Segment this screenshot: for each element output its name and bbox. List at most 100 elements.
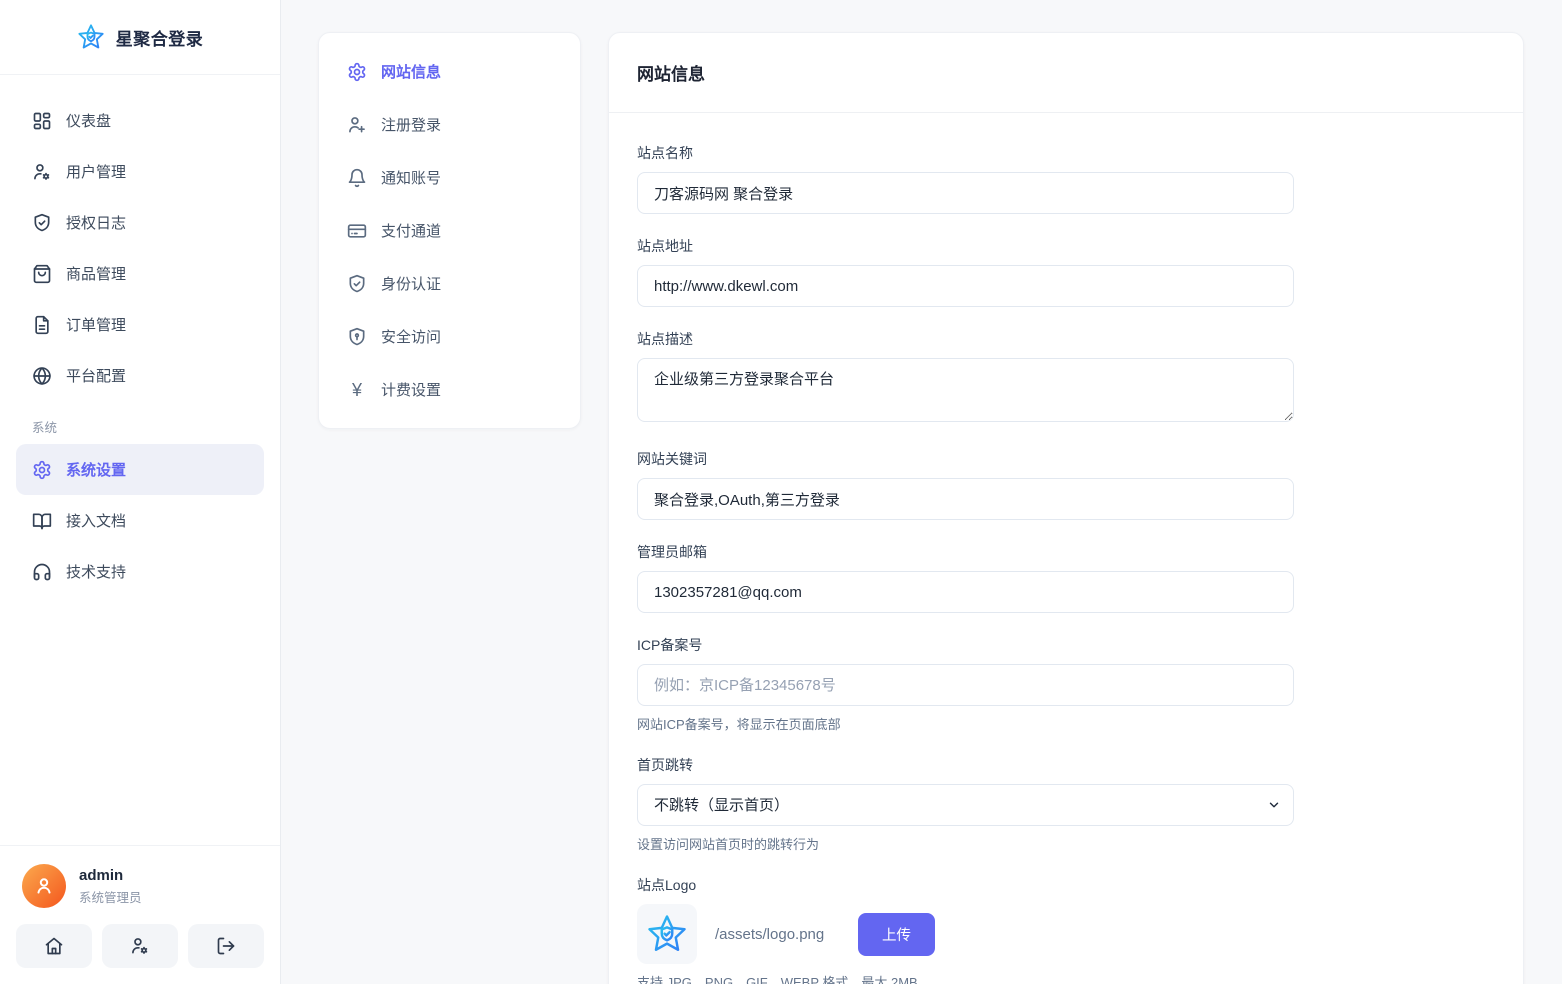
icp-label: ICP备案号 — [637, 637, 703, 653]
tab-label: 注册登录 — [381, 117, 442, 134]
icp-input[interactable] — [637, 664, 1294, 706]
shield-check-icon — [32, 213, 52, 233]
user-cog-icon — [130, 936, 150, 956]
site-name-input[interactable] — [637, 172, 1294, 214]
home-button[interactable] — [16, 924, 92, 968]
gear-icon — [32, 460, 52, 480]
user-role: 系统管理员 — [79, 890, 142, 905]
logo-preview — [637, 904, 697, 964]
logo-path: /assets/logo.png — [715, 925, 825, 943]
field-site-url: 站点地址 — [637, 236, 1294, 307]
user-plus-icon — [347, 115, 367, 135]
sidebar-item-label: 商品管理 — [66, 266, 127, 283]
tab-site-info[interactable]: 网站信息 — [333, 45, 566, 98]
site-info-form: 站点名称 站点地址 站点描述 企业级第三方登录聚合平台 网站关键词 管理员邮箱 … — [609, 113, 1523, 984]
sidebar-item-orders[interactable]: 订单管理 — [16, 299, 264, 350]
field-keywords: 网站关键词 — [637, 449, 1294, 520]
home-redirect-hint: 设置访问网站首页时的跳转行为 — [637, 837, 820, 852]
logout-button[interactable] — [188, 924, 264, 968]
tab-label: 计费设置 — [381, 382, 442, 399]
sidebar-item-label: 订单管理 — [66, 317, 127, 334]
field-site-desc: 站点描述 企业级第三方登录聚合平台 — [637, 329, 1294, 427]
home-redirect-label: 首页跳转 — [637, 757, 693, 773]
site-logo-label: 站点Logo — [637, 877, 697, 893]
user-name: admin — [79, 866, 124, 884]
tab-label: 安全访问 — [381, 329, 442, 346]
sidebar-item-label: 接入文档 — [66, 513, 127, 530]
site-name-label: 站点名称 — [637, 145, 693, 161]
sidebar-item-docs[interactable]: 接入文档 — [16, 495, 264, 546]
user-actions — [16, 924, 264, 968]
sidebar-section-label: 系统 — [32, 421, 58, 435]
tab-label: 通知账号 — [381, 170, 442, 187]
tab-secure-access[interactable]: 安全访问 — [333, 310, 566, 363]
tab-notify-account[interactable]: 通知账号 — [333, 151, 566, 204]
sidebar-item-users[interactable]: 用户管理 — [16, 146, 264, 197]
admin-email-input[interactable] — [637, 571, 1294, 613]
tab-identity-auth[interactable]: 身份认证 — [333, 257, 566, 310]
tab-label: 支付通道 — [381, 223, 442, 240]
bell-icon — [347, 168, 367, 188]
book-open-icon — [32, 511, 52, 531]
field-admin-email: 管理员邮箱 — [637, 542, 1294, 613]
globe-icon — [32, 366, 52, 386]
sidebar-item-support[interactable]: 技术支持 — [16, 546, 264, 597]
yen-icon: ¥ — [351, 379, 362, 400]
shopping-bag-icon — [32, 264, 52, 284]
shield-lock-icon — [347, 327, 367, 347]
sidebar-item-label: 仪表盘 — [66, 113, 112, 130]
keywords-label: 网站关键词 — [637, 451, 707, 467]
logo-hint: 支持 JPG、PNG、GIF、WEBP 格式，最大 2MB — [637, 975, 918, 984]
file-text-icon — [32, 315, 52, 335]
sidebar-item-label: 技术支持 — [66, 564, 127, 581]
gear-icon — [347, 62, 367, 82]
brand-name: 星聚合登录 — [115, 29, 204, 49]
panel-title: 网站信息 — [609, 33, 1523, 113]
sidebar-item-products[interactable]: 商品管理 — [16, 248, 264, 299]
field-icp: ICP备案号 网站ICP备案号，将显示在页面底部 — [637, 635, 1294, 733]
sidebar-item-label: 平台配置 — [66, 368, 127, 385]
home-icon — [44, 936, 64, 956]
headphones-icon — [32, 562, 52, 582]
brand: 星聚合登录 — [0, 0, 280, 75]
admin-email-label: 管理员邮箱 — [637, 544, 707, 560]
sidebar-item-dashboard[interactable]: 仪表盘 — [16, 95, 264, 146]
tab-register-login[interactable]: 注册登录 — [333, 98, 566, 151]
site-desc-label: 站点描述 — [637, 331, 693, 347]
profile-button[interactable] — [102, 924, 178, 968]
tab-payment-channel[interactable]: 支付通道 — [333, 204, 566, 257]
home-redirect-select[interactable]: 不跳转（显示首页） — [637, 784, 1294, 826]
settings-subnav: 网站信息 注册登录 通知账号 支付通道 身份认证 安全访问 ¥ 计费设置 — [318, 32, 581, 429]
sidebar-item-auth-log[interactable]: 授权日志 — [16, 197, 264, 248]
sidebar-nav: 仪表盘 用户管理 授权日志 商品管理 订单管理 平台配置 系统 系统设置 接入文… — [0, 75, 280, 597]
tab-label: 网站信息 — [381, 64, 442, 81]
avatar — [22, 864, 66, 908]
credit-card-icon — [347, 221, 367, 241]
sidebar: 星聚合登录 仪表盘 用户管理 授权日志 商品管理 订单管理 平台配置 系统 系统… — [0, 0, 281, 984]
sidebar-item-label: 用户管理 — [66, 164, 127, 181]
field-home-redirect: 首页跳转 不跳转（显示首页） 设置访问网站首页时的跳转行为 — [637, 755, 1294, 853]
field-site-logo: 站点Logo /assets/logo.png 上传 支持 JPG、PNG、GI… — [637, 875, 1294, 984]
user-row: admin 系统管理员 — [16, 864, 264, 908]
site-desc-textarea[interactable]: 企业级第三方登录聚合平台 — [637, 358, 1294, 422]
sidebar-item-label: 系统设置 — [66, 462, 127, 479]
site-info-panel: 网站信息 站点名称 站点地址 站点描述 企业级第三方登录聚合平台 网站关键词 管… — [608, 32, 1524, 984]
tab-billing-settings[interactable]: ¥ 计费设置 — [333, 363, 566, 416]
dashboard-icon — [32, 111, 52, 131]
field-site-name: 站点名称 — [637, 143, 1294, 214]
sidebar-item-platform-config[interactable]: 平台配置 — [16, 350, 264, 401]
logout-icon — [216, 936, 236, 956]
sidebar-item-label: 授权日志 — [66, 215, 127, 232]
keywords-input[interactable] — [637, 478, 1294, 520]
tab-label: 身份认证 — [381, 276, 442, 293]
user-info: admin 系统管理员 — [79, 867, 142, 906]
icp-hint: 网站ICP备案号，将显示在页面底部 — [637, 717, 841, 732]
site-url-label: 站点地址 — [637, 238, 693, 254]
user-cog-icon — [32, 162, 52, 182]
site-url-input[interactable] — [637, 265, 1294, 307]
shield-check-icon — [347, 274, 367, 294]
sidebar-item-system-settings[interactable]: 系统设置 — [16, 444, 264, 495]
star-shield-logo-icon — [77, 23, 105, 51]
sidebar-user-area: admin 系统管理员 — [0, 845, 280, 984]
logo-upload-button[interactable]: 上传 — [858, 912, 935, 956]
